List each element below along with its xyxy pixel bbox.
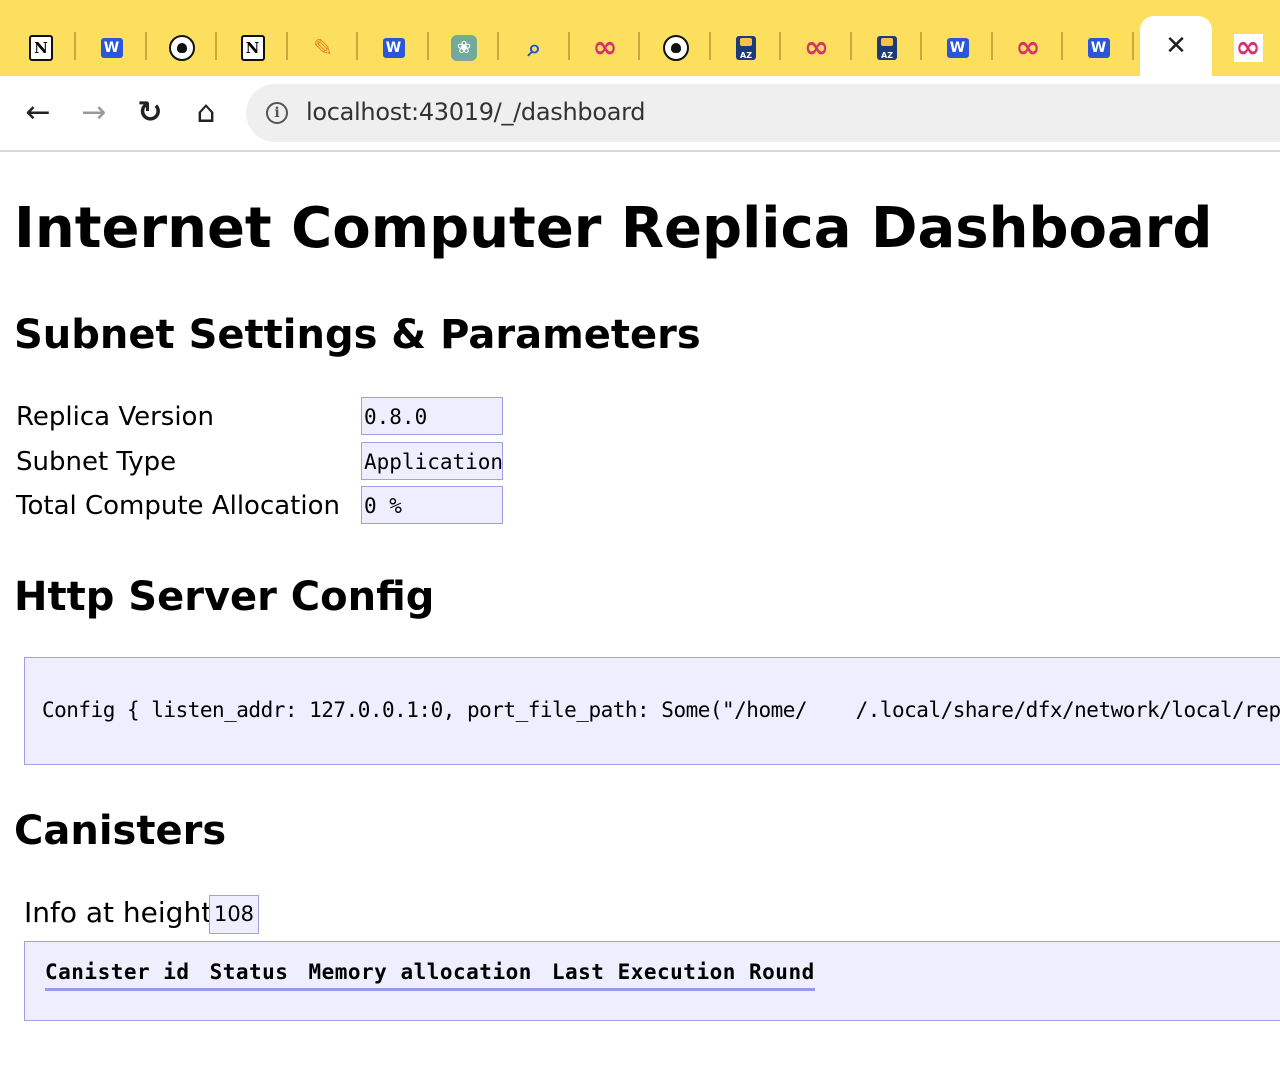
browser-tab[interactable]: ❀ (429, 20, 499, 76)
browser-tab[interactable]: W (77, 20, 147, 76)
forward-button[interactable]: → (74, 92, 114, 132)
subnet-type-label: Subnet Type (16, 447, 177, 477)
infinity-icon: ∞ (592, 30, 618, 65)
notion-icon: N (28, 35, 54, 61)
address-bar[interactable]: i localhost:43019/_/dashboard (246, 84, 1280, 142)
browser-tab[interactable]: ∞ (570, 20, 640, 76)
w-app-icon: W (99, 35, 125, 61)
az-icon: AZ (733, 35, 759, 61)
reload-button[interactable]: ↻ (130, 92, 170, 132)
page-title: Internet Computer Replica Dashboard (14, 196, 1213, 261)
browser-tab[interactable]: ⌕ (500, 20, 570, 76)
column-memory-allocation: Memory allocation (308, 960, 532, 984)
http-server-heading: Http Server Config (14, 574, 435, 620)
subnet-type-value: Application (361, 442, 503, 480)
http-config-box: Config { listen_addr: 127.0.0.1:0, port_… (24, 657, 1280, 765)
height-value: 108 (209, 895, 259, 934)
browser-tab[interactable]: AZ (852, 20, 922, 76)
browser-tab[interactable]: ✎ (288, 20, 358, 76)
column-last-execution-round: Last Execution Round (551, 960, 815, 984)
home-button[interactable]: ⌂ (186, 92, 226, 132)
canisters-heading: Canisters (14, 808, 227, 854)
browser-tab[interactable]: W (923, 20, 993, 76)
chatgpt-icon: ❀ (451, 35, 477, 61)
browser-tab[interactable]: N (218, 20, 288, 76)
infinity-icon: ∞ (804, 30, 829, 65)
http-config-text: Config { listen_addr: 127.0.0.1:0, port_… (42, 698, 1280, 722)
height-label: Info at height (24, 896, 213, 929)
browser-tab[interactable]: W (1064, 20, 1134, 76)
browser-tab[interactable]: N (6, 20, 76, 76)
notion-icon: N (240, 35, 266, 61)
search-icon: ⌕ (527, 34, 542, 62)
w-app-icon: W (381, 35, 407, 61)
back-button[interactable]: ← (18, 92, 58, 132)
browser-tab[interactable]: W (359, 20, 429, 76)
page-content: Internet Computer Replica Dashboard Subn… (0, 152, 1280, 1078)
column-status: Status (209, 960, 289, 984)
back-arrow-icon: ← (25, 94, 51, 130)
browser-tab[interactable] (147, 20, 217, 76)
replica-version-label: Replica Version (16, 402, 214, 432)
w-app-icon: W (945, 35, 971, 61)
replica-version-value: 0.8.0 (361, 397, 503, 435)
canister-table-header: Canister id Status Memory allocation Las… (45, 960, 815, 991)
column-canister-id: Canister id (45, 960, 190, 984)
github-icon (169, 35, 195, 61)
reload-icon: ↻ (137, 94, 163, 130)
tab-last[interactable]: ∞ (1218, 20, 1278, 76)
compute-allocation-value: 0 % (361, 486, 503, 524)
active-tab[interactable]: ✕ (1140, 16, 1212, 76)
tab-strip: N W N ✎ W ❀ ⌕ ∞ AZ ∞ AZ W ∞ W ✕ ∞ (0, 0, 1280, 76)
close-tab-icon[interactable]: ✕ (1165, 33, 1187, 59)
site-info-icon[interactable]: i (266, 102, 288, 124)
az-icon: AZ (874, 35, 900, 61)
browser-tab[interactable]: AZ (711, 20, 781, 76)
browser-tab[interactable]: ∞ (782, 20, 852, 76)
brush-icon: ✎ (312, 34, 334, 62)
browser-tab[interactable]: ∞ (993, 20, 1063, 76)
w-app-icon: W (1086, 35, 1112, 61)
browser-tab[interactable] (641, 20, 711, 76)
infinity-icon: ∞ (1233, 30, 1263, 65)
subnet-heading: Subnet Settings & Parameters (14, 312, 701, 358)
canister-table: Canister id Status Memory allocation Las… (24, 941, 1280, 1021)
tab-separator (1131, 32, 1134, 60)
navigation-bar: ← → ↻ ⌂ i localhost:43019/_/dashboard (0, 76, 1280, 152)
compute-allocation-label: Total Compute Allocation (16, 491, 340, 521)
url-text[interactable]: localhost:43019/_/dashboard (306, 98, 646, 126)
infinity-icon: ∞ (1015, 30, 1041, 65)
home-icon: ⌂ (196, 94, 216, 130)
forward-arrow-icon: → (81, 94, 107, 130)
github-icon (662, 35, 689, 61)
